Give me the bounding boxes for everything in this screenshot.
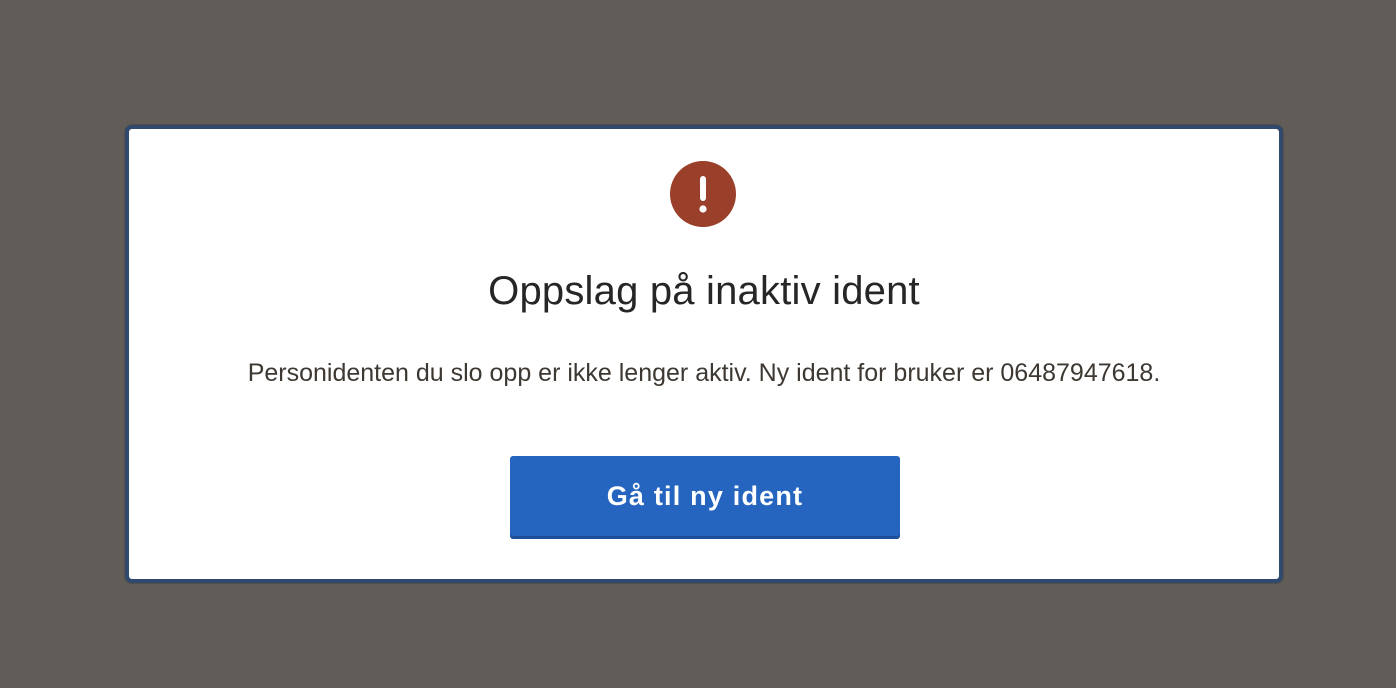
exclamation-circle-icon <box>670 161 736 227</box>
dialog-title: Oppslag på inaktiv ident <box>488 269 920 313</box>
go-to-new-ident-button[interactable]: Gå til ny ident <box>510 456 900 536</box>
dialog-message: Personidenten du slo opp er ikke lenger … <box>247 359 1161 387</box>
exclamation-mark-glyph <box>699 176 707 213</box>
inactive-ident-dialog: Oppslag på inaktiv ident Personidenten d… <box>125 125 1283 583</box>
